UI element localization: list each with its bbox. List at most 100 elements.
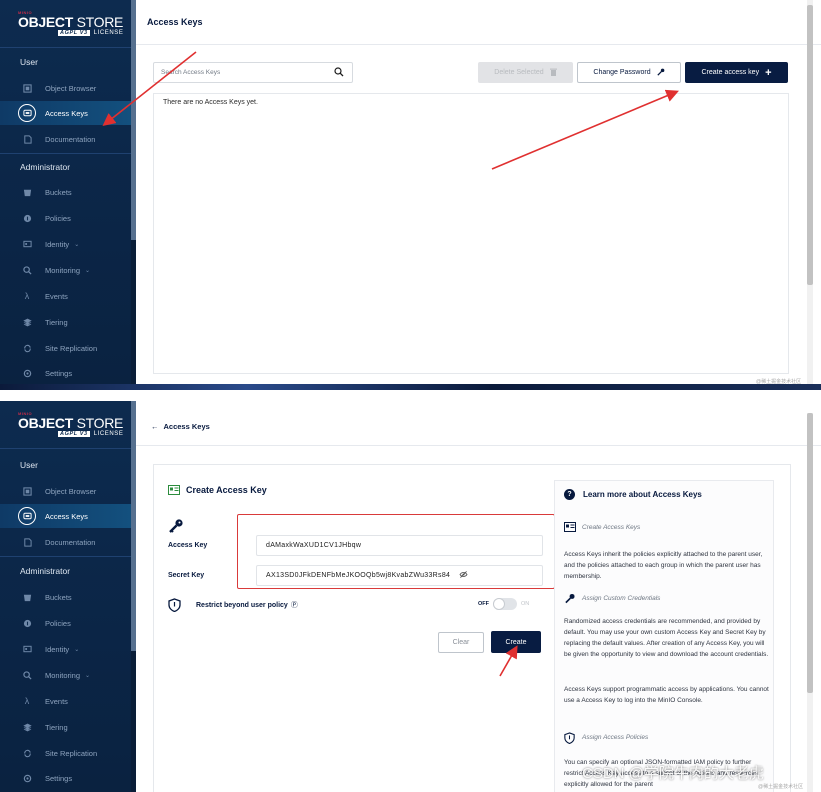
- toggle-switch[interactable]: [493, 598, 517, 610]
- help-panel: ? Learn more about Access Keys Create Ac…: [554, 480, 774, 792]
- sidebar-item-label: Object Browser: [45, 486, 97, 496]
- trash-icon: [549, 68, 557, 78]
- sidebar-item-label: Policies: [45, 213, 71, 223]
- minio-logo[interactable]: MINIO OBJECT STORE AGPL V3 LICENSE: [18, 10, 128, 40]
- replication-icon: [20, 341, 34, 355]
- back-link-label: Access Keys: [163, 422, 210, 431]
- divider: [0, 556, 131, 557]
- sidebar-item-access-keys[interactable]: Access Keys: [0, 504, 131, 528]
- sidebar-item-site-replication[interactable]: Site Replication: [0, 741, 131, 765]
- agpl-badge: AGPL V3: [58, 30, 90, 36]
- question-icon: ?: [564, 489, 575, 500]
- agpl-badge: AGPL V3: [58, 431, 90, 437]
- sidebar-item-tiering[interactable]: Tiering: [0, 715, 131, 739]
- sidebar-item-buckets[interactable]: Buckets: [0, 585, 131, 609]
- sidebar-item-buckets[interactable]: Buckets: [0, 180, 131, 204]
- logo-brand: OBJECT STORE: [18, 415, 124, 431]
- main-content: Access Keys Search Access Keys Delete Se…: [136, 0, 821, 393]
- sidebar-item-settings[interactable]: Settings: [0, 361, 131, 385]
- sidebar-item-events[interactable]: λ Events: [0, 284, 131, 308]
- sidebar-item-identity[interactable]: Identity ⌄: [0, 232, 131, 256]
- credentials-highlight: [237, 514, 555, 589]
- chevron-down-icon: ⌄: [74, 646, 80, 653]
- help-subheading: Assign Custom Credentials: [564, 593, 660, 604]
- identity-icon: [20, 237, 34, 251]
- sidebar-item-label: Buckets: [45, 592, 72, 602]
- sidebar-item-label: Documentation: [45, 537, 96, 547]
- search-icon[interactable]: [334, 64, 348, 82]
- sidebar-item-site-replication[interactable]: Site Replication: [0, 336, 131, 360]
- restrict-toggle[interactable]: OFF ON: [478, 598, 529, 610]
- page-scrollbar[interactable]: [807, 0, 813, 393]
- clear-button[interactable]: Clear: [438, 632, 484, 653]
- toggle-on-label: ON: [521, 601, 530, 607]
- object-browser-icon: [20, 81, 34, 95]
- object-browser-icon: [20, 484, 34, 498]
- page-scrollbar[interactable]: [807, 413, 813, 792]
- settings-icon: [20, 771, 34, 785]
- watermark: CSDN @学院牛肉的大老虎: [582, 765, 764, 782]
- access-keys-list: There are no Access Keys yet.: [153, 93, 789, 374]
- minio-logo[interactable]: MINIO OBJECT STORE AGPL V3 LICENSE: [18, 411, 128, 441]
- scroll-thumb[interactable]: [807, 5, 813, 285]
- sidebar-item-documentation[interactable]: Documentation: [0, 127, 131, 151]
- change-password-button[interactable]: Change Password: [577, 62, 681, 83]
- scroll-thumb[interactable]: [807, 413, 813, 693]
- monitoring-icon: [20, 668, 34, 682]
- bucket-icon: [20, 185, 34, 199]
- sidebar-item-object-browser[interactable]: Object Browser: [0, 479, 131, 503]
- form-title-label: Create Access Key: [186, 485, 267, 495]
- sidebar-item-identity[interactable]: Identity ⌄: [0, 637, 131, 661]
- button-label: Clear: [452, 639, 470, 646]
- plus-icon: +: [765, 66, 772, 79]
- sidebar-item-policies[interactable]: Policies: [0, 611, 131, 635]
- chevron-down-icon: ⌄: [74, 241, 80, 248]
- page-title: Access Keys: [147, 17, 203, 27]
- button-label: Delete Selected: [494, 69, 544, 76]
- policy-icon: [20, 211, 34, 225]
- sidebar-item-object-browser[interactable]: Object Browser: [0, 76, 131, 100]
- sidebar-item-access-keys[interactable]: Access Keys: [0, 101, 131, 125]
- create-button[interactable]: Create: [491, 631, 541, 653]
- sidebar-item-events[interactable]: λ Events: [0, 689, 131, 713]
- toggle-knob: [493, 598, 505, 610]
- sidebar-item-label: Monitoring: [45, 670, 81, 680]
- divider: [0, 153, 131, 154]
- arrow-left-icon: ←: [151, 422, 159, 431]
- policy-icon: [20, 616, 34, 630]
- search-input[interactable]: Search Access Keys: [153, 62, 353, 83]
- create-access-key-button[interactable]: Create access key +: [685, 62, 788, 83]
- identity-icon: [20, 642, 34, 656]
- button-label: Create access key: [701, 69, 760, 76]
- sidebar-item-label: Site Replication: [45, 343, 98, 353]
- sidebar-item-documentation[interactable]: Documentation: [0, 530, 131, 554]
- help-paragraph: Access Keys inherit the policies explici…: [564, 551, 763, 580]
- main-content: ← Access Keys Create Access Key Access Ke…: [136, 401, 821, 792]
- sidebar-item-label: Object Browser: [45, 83, 97, 93]
- document-icon: [20, 535, 34, 549]
- sidebar-item-tiering[interactable]: Tiering: [0, 310, 131, 334]
- help-icon[interactable]: Ⓟ: [291, 600, 298, 610]
- delete-selected-button[interactable]: Delete Selected: [478, 62, 573, 83]
- search-placeholder: Search Access Keys: [161, 69, 221, 76]
- sidebar-item-label: Settings: [45, 368, 73, 378]
- sidebar-item-monitoring[interactable]: Monitoring ⌄: [0, 663, 131, 687]
- back-link[interactable]: ← Access Keys: [151, 422, 210, 431]
- sidebar-item-policies[interactable]: Policies: [0, 206, 131, 230]
- watermark-small: @稀土掘金技术社区: [758, 784, 804, 790]
- license-tag: AGPL V3 LICENSE: [58, 431, 124, 437]
- sidebar-item-monitoring[interactable]: Monitoring ⌄: [0, 258, 131, 282]
- help-subheading: Assign Access Policies: [564, 732, 648, 745]
- form-title: Create Access Key: [168, 485, 267, 495]
- section-user: User: [20, 57, 38, 67]
- secret-key-label: Secret Key: [168, 572, 205, 579]
- sidebar-item-label: Documentation: [45, 134, 96, 144]
- help-paragraph: Randomized access credentials are recomm…: [564, 618, 769, 658]
- access-keys-screen: MINIO OBJECT STORE AGPL V3 LICENSE User O…: [0, 0, 821, 393]
- page-header: ← Access Keys: [136, 401, 821, 446]
- sidebar-item-settings[interactable]: Settings: [0, 766, 131, 790]
- toggle-off-label: OFF: [478, 601, 489, 607]
- document-icon: [20, 132, 34, 146]
- help-title-label: Learn more about Access Keys: [583, 490, 702, 499]
- lambda-icon: λ: [24, 696, 30, 706]
